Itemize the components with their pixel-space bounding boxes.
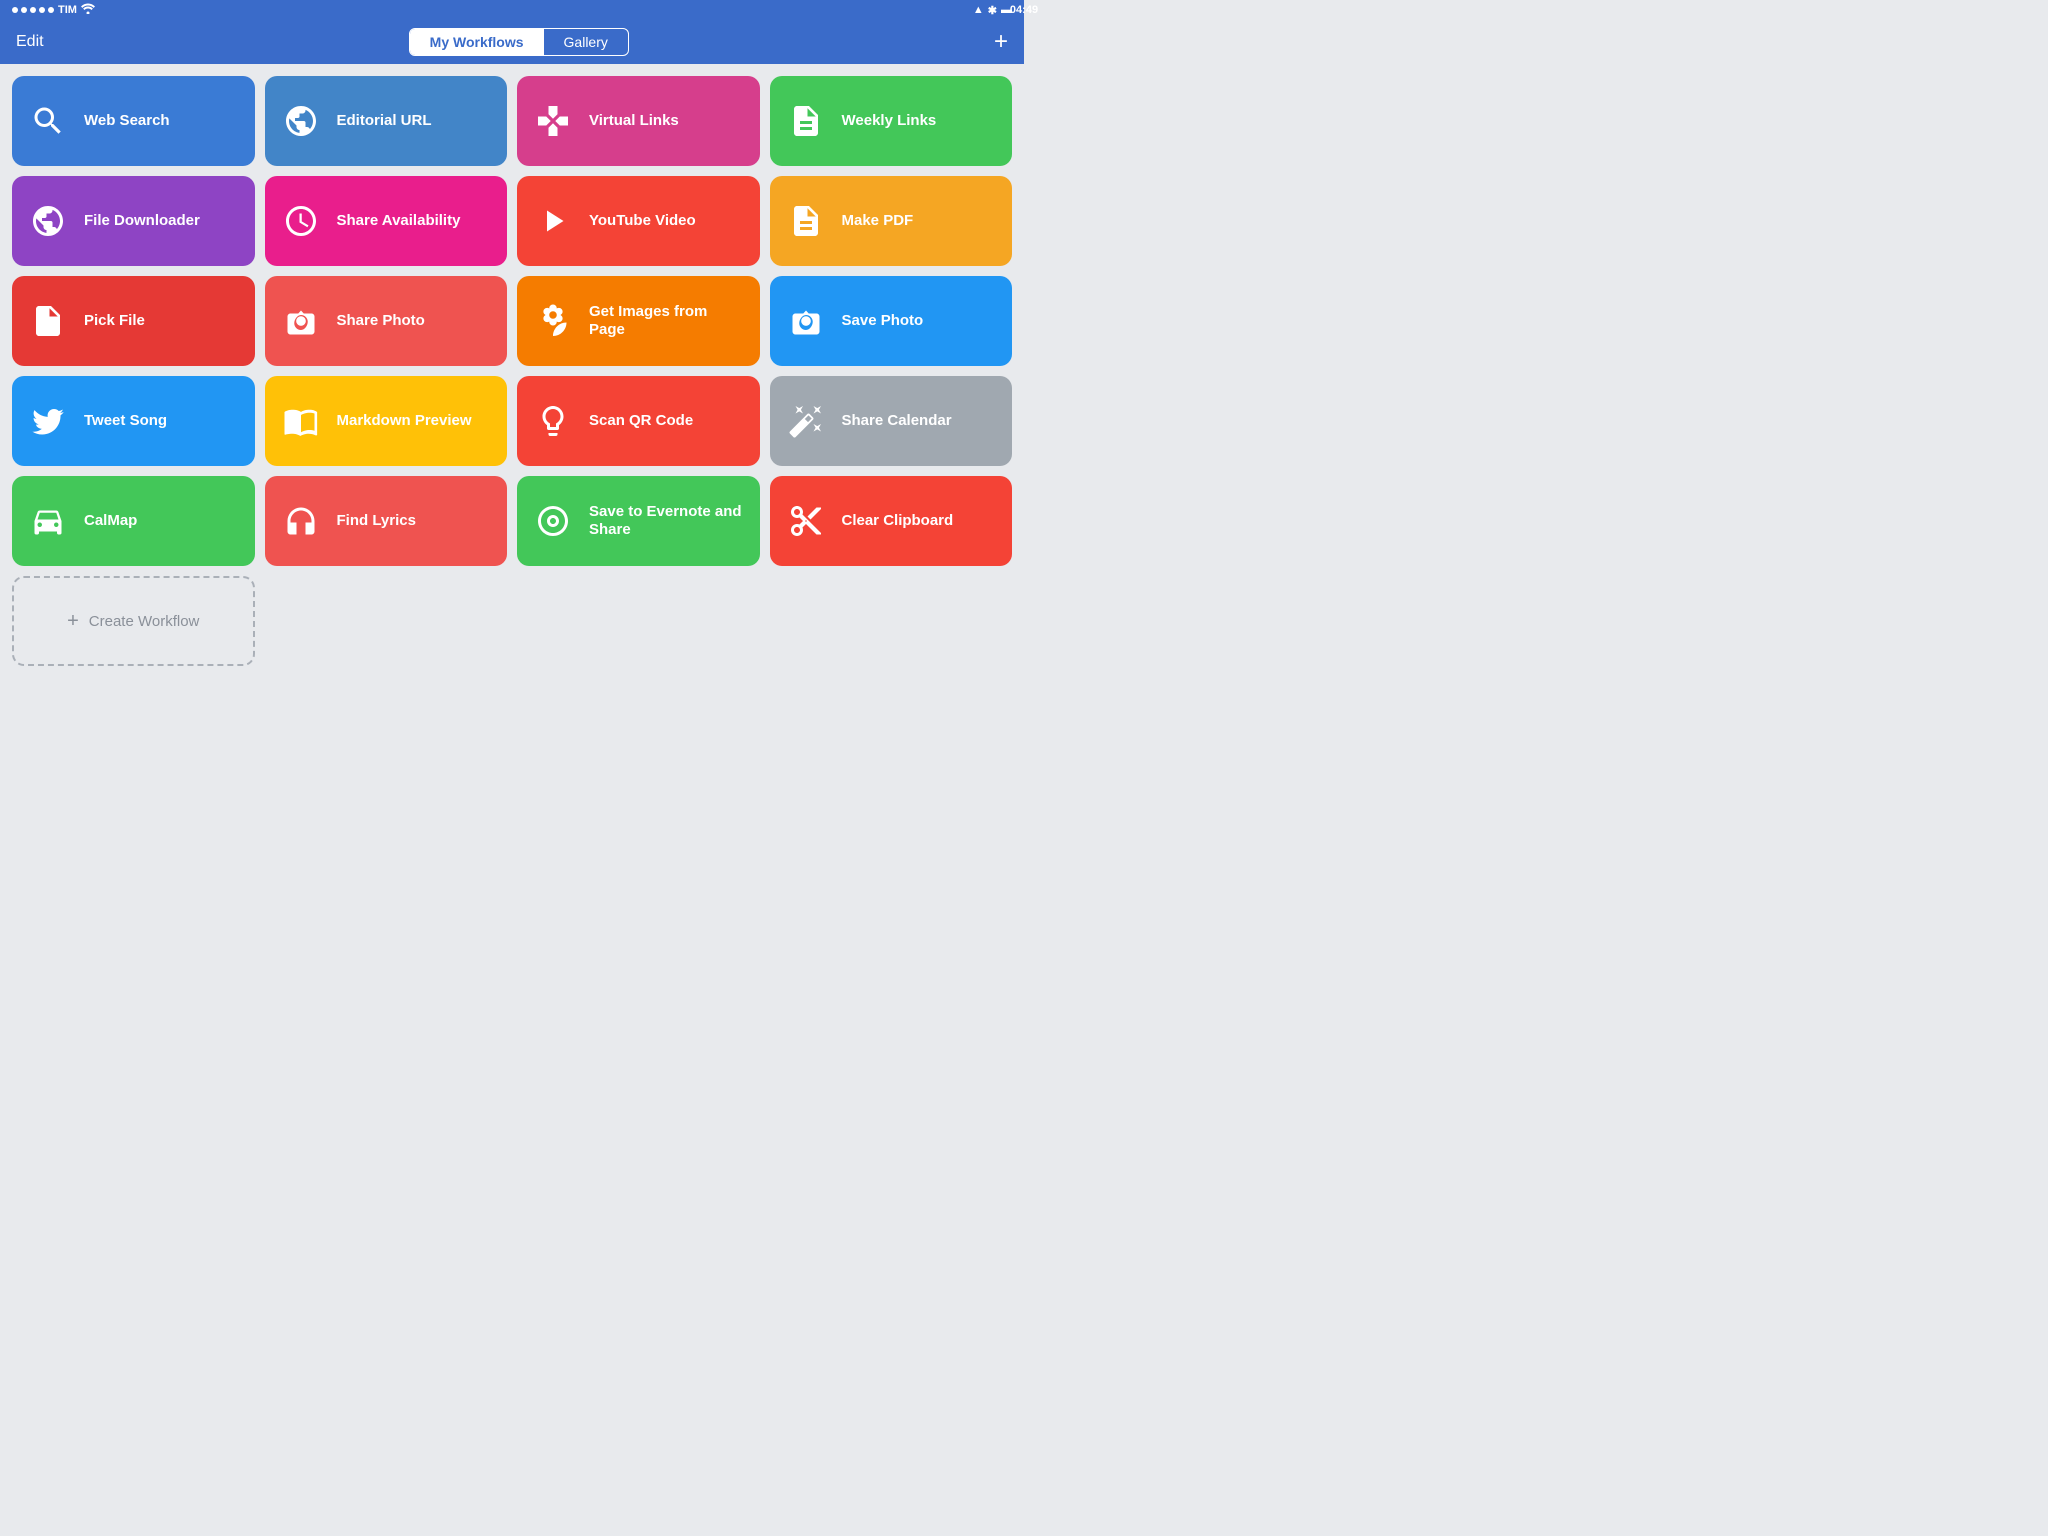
create-workflow-label: Create Workflow	[89, 613, 200, 630]
workflow-card-make-pdf[interactable]: Make PDF	[770, 176, 1013, 266]
workflow-card-share-availability[interactable]: Share Availability	[265, 176, 508, 266]
add-workflow-button[interactable]: +	[994, 28, 1008, 56]
status-left: TIM	[12, 3, 95, 17]
workflow-label-markdown-preview: Markdown Preview	[337, 412, 472, 430]
workflow-card-tweet-song[interactable]: Tweet Song	[12, 376, 255, 466]
workflow-card-weekly-links[interactable]: Weekly Links	[770, 76, 1013, 166]
location-icon: ▲	[973, 4, 984, 16]
workflow-card-scan-qr[interactable]: Scan QR Code	[517, 376, 760, 466]
workflow-label-youtube-video: YouTube Video	[589, 212, 696, 230]
wifi-icon	[81, 3, 95, 17]
gamepad-icon	[533, 101, 573, 141]
search-icon	[28, 101, 68, 141]
twitter-icon	[28, 401, 68, 441]
workflow-label-tweet-song: Tweet Song	[84, 412, 167, 430]
workflow-card-youtube-video[interactable]: YouTube Video	[517, 176, 760, 266]
carrier-label: TIM	[58, 4, 77, 16]
target-icon	[533, 501, 573, 541]
doc2-icon	[786, 201, 826, 241]
bluetooth-icon: ✱	[988, 4, 997, 17]
workflow-card-virtual-links[interactable]: Virtual Links	[517, 76, 760, 166]
workflow-label-pick-file: Pick File	[84, 312, 145, 330]
workflow-card-share-calendar[interactable]: Share Calendar	[770, 376, 1013, 466]
workflow-label-make-pdf: Make PDF	[842, 212, 914, 230]
edit-button[interactable]: Edit	[16, 33, 44, 51]
status-right: ▲ ✱ ▬	[973, 4, 1012, 17]
workflow-label-editorial-url: Editorial URL	[337, 112, 432, 130]
workflow-label-file-downloader: File Downloader	[84, 212, 200, 230]
globe-icon	[281, 101, 321, 141]
workflow-label-save-evernote: Save to Evernote and Share	[589, 503, 744, 539]
workflow-card-save-photo[interactable]: Save Photo	[770, 276, 1013, 366]
car-icon	[28, 501, 68, 541]
tab-switcher: My Workflows Gallery	[409, 28, 629, 56]
workflow-card-pick-file[interactable]: Pick File	[12, 276, 255, 366]
workflow-card-find-lyrics[interactable]: Find Lyrics	[265, 476, 508, 566]
clock-icon	[281, 201, 321, 241]
create-workflow-button[interactable]: + Create Workflow	[12, 576, 255, 666]
play-icon	[533, 201, 573, 241]
globe2-icon	[28, 201, 68, 241]
workflow-label-weekly-links: Weekly Links	[842, 112, 937, 130]
tab-my-workflows[interactable]: My Workflows	[410, 29, 544, 55]
workflow-card-clear-clipboard[interactable]: Clear Clipboard	[770, 476, 1013, 566]
plus-icon: +	[67, 610, 79, 633]
camera2-icon	[786, 301, 826, 341]
workflow-label-calmap: CalMap	[84, 512, 137, 530]
workflow-label-web-search: Web Search	[84, 112, 170, 130]
workflow-label-clear-clipboard: Clear Clipboard	[842, 512, 954, 530]
workflow-card-calmap[interactable]: CalMap	[12, 476, 255, 566]
time-label: 04:49	[1010, 4, 1038, 16]
nav-bar: Edit My Workflows Gallery +	[0, 20, 1024, 64]
status-bar: TIM 04:49 ▲ ✱ ▬	[0, 0, 1024, 20]
workflow-label-virtual-links: Virtual Links	[589, 112, 679, 130]
headphones-icon	[281, 501, 321, 541]
signal-dots	[12, 7, 54, 13]
flower-icon	[533, 301, 573, 341]
wand-icon	[786, 401, 826, 441]
workflow-label-get-images: Get Images from Page	[589, 303, 744, 339]
book-icon	[281, 401, 321, 441]
workflow-label-share-photo: Share Photo	[337, 312, 425, 330]
scissors-icon	[786, 501, 826, 541]
workflow-card-share-photo[interactable]: Share Photo	[265, 276, 508, 366]
workflow-label-save-photo: Save Photo	[842, 312, 924, 330]
workflow-card-editorial-url[interactable]: Editorial URL	[265, 76, 508, 166]
filedoc-icon	[28, 301, 68, 341]
workflow-label-scan-qr: Scan QR Code	[589, 412, 693, 430]
workflow-label-find-lyrics: Find Lyrics	[337, 512, 416, 530]
tab-gallery[interactable]: Gallery	[544, 29, 628, 55]
workflow-card-file-downloader[interactable]: File Downloader	[12, 176, 255, 266]
doc-icon	[786, 101, 826, 141]
workflow-grid: Web Search Editorial URL Virtual Links W…	[0, 64, 1024, 678]
camera-icon	[281, 301, 321, 341]
workflow-card-save-evernote[interactable]: Save to Evernote and Share	[517, 476, 760, 566]
lightbulb-icon	[533, 401, 573, 441]
workflow-card-markdown-preview[interactable]: Markdown Preview	[265, 376, 508, 466]
workflow-label-share-calendar: Share Calendar	[842, 412, 952, 430]
workflow-card-web-search[interactable]: Web Search	[12, 76, 255, 166]
workflow-label-share-availability: Share Availability	[337, 212, 461, 230]
workflow-card-get-images[interactable]: Get Images from Page	[517, 276, 760, 366]
